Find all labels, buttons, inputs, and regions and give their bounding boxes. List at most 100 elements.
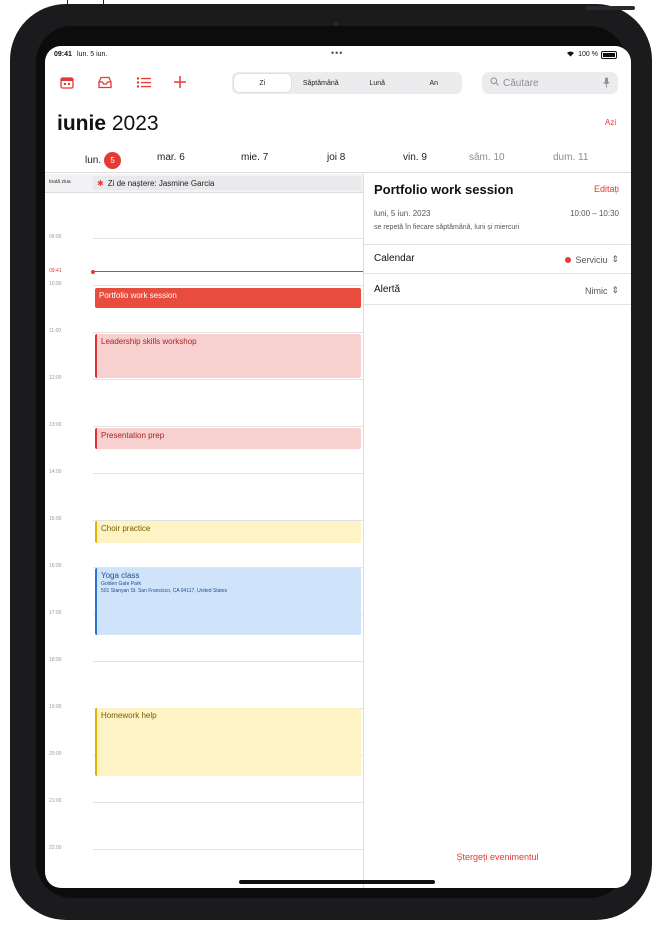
all-day-label: toată ziua	[49, 179, 71, 185]
weekday-thu[interactable]: joi 8	[327, 152, 345, 163]
home-indicator[interactable]	[239, 880, 435, 884]
event-presentation-prep[interactable]: Presentation prep	[95, 428, 361, 449]
hour-label: 17:00	[49, 610, 62, 616]
alert-picker[interactable]: Nimic ⇕	[585, 285, 619, 296]
weekday-tue[interactable]: mar. 6	[157, 152, 185, 163]
weekday-num: 8	[339, 152, 346, 163]
hour-line: 11:00	[45, 328, 363, 334]
event-title: Leadership skills workshop	[101, 337, 197, 346]
segment-year[interactable]: An	[406, 72, 463, 94]
weekday-name: vin.	[403, 152, 419, 163]
current-time-label: 09:41	[49, 268, 62, 274]
hour-label: 18:00	[49, 657, 62, 663]
hour-label: 21:00	[49, 798, 62, 804]
weekday-num: 7	[262, 152, 269, 163]
chevron-up-down-icon: ⇕	[611, 254, 619, 264]
month-name: iunie	[57, 112, 107, 135]
chevron-up-down-icon: ⇕	[611, 285, 619, 295]
search-field[interactable]: Căutare	[482, 72, 618, 94]
top-button	[585, 6, 635, 10]
event-title: Portfolio work session	[99, 291, 177, 300]
view-segmented-control: Zi Săptămână Lună An	[232, 72, 462, 94]
wifi-icon	[566, 50, 575, 59]
battery-icon	[601, 50, 617, 59]
gridline	[93, 332, 363, 333]
weekday-name: mie.	[241, 152, 260, 163]
toolbar: Zi Săptămână Lună An Căutare	[45, 68, 631, 98]
divider	[364, 244, 631, 245]
event-leadership-skills-workshop[interactable]: Leadership skills workshop	[95, 334, 361, 378]
gift-icon: ✱	[97, 178, 104, 188]
weekday-name: dum.	[553, 152, 576, 163]
event-homework-help[interactable]: Homework help	[95, 708, 361, 776]
segment-week[interactable]: Săptămână	[293, 72, 350, 94]
gridline	[93, 426, 363, 427]
calendar-picker[interactable]: Serviciu ⇕	[565, 254, 619, 265]
today-button[interactable]: Azi	[605, 118, 616, 127]
alert-value: Nimic	[584, 285, 608, 296]
gridline	[93, 661, 363, 662]
divider	[364, 304, 631, 305]
divider	[364, 273, 631, 274]
hour-label: 10:00	[49, 281, 62, 287]
calendars-button[interactable]	[57, 72, 77, 92]
hour-line: 13:00	[45, 422, 363, 428]
event-detail-title: Portfolio work session	[374, 182, 514, 197]
birthday-event[interactable]: ✱ Zi de naștere: Jasmine Garcia	[93, 176, 361, 190]
weekday-sat[interactable]: sâm. 10	[469, 152, 505, 163]
hour-label: 12:00	[49, 375, 62, 381]
segment-day[interactable]: Zi	[234, 74, 291, 92]
gridline	[93, 802, 363, 803]
hour-label: 09:00	[49, 234, 62, 240]
calendar-color-dot	[565, 256, 572, 263]
hour-line: 09:00	[45, 234, 363, 240]
weekday-wed[interactable]: mie. 7	[241, 152, 268, 163]
hour-label: 14:00	[49, 469, 62, 475]
birthday-event-title: Zi de naștere: Jasmine Garcia	[107, 178, 215, 188]
battery-percent: 100 %	[578, 51, 598, 58]
today-date-badge: 5	[104, 152, 122, 169]
status-right: 100 %	[566, 50, 617, 59]
event-location: Golden Gate Park	[101, 581, 142, 587]
list-button[interactable]	[134, 72, 154, 92]
inbox-icon	[98, 76, 112, 88]
weekday-sun[interactable]: dum. 11	[553, 152, 588, 163]
segment-month[interactable]: Lună	[349, 72, 406, 94]
edit-button[interactable]: Editați	[594, 184, 619, 194]
screen: 09:41 lun. 5 iun. ••• 100 % Zi Săptămână…	[45, 46, 631, 888]
hour-label: 11:00	[49, 328, 62, 334]
gridline	[93, 238, 363, 239]
weekday-mon[interactable]: lun. 5	[85, 152, 122, 169]
calendar-value: Serviciu	[575, 254, 608, 265]
event-choir-practice[interactable]: Choir practice	[95, 521, 361, 543]
inbox-button[interactable]	[95, 72, 115, 92]
event-title: Homework help	[101, 711, 157, 720]
weekday-name: mar.	[157, 152, 177, 163]
weekday-num: 6	[179, 152, 185, 163]
divider	[45, 172, 631, 173]
weekday-num: 9	[421, 152, 427, 163]
weekday-fri[interactable]: vin. 9	[403, 152, 427, 163]
event-title: Yoga class	[101, 571, 140, 580]
hour-label: 22:00	[49, 845, 62, 851]
hour-line: 21:00	[45, 798, 363, 804]
multitask-dots[interactable]: •••	[331, 48, 343, 58]
hour-line: 12:00	[45, 375, 363, 381]
week-strip: lun. 5 mar. 6 mie. 7 joi 8 vin. 9 sâm. 10…	[45, 146, 631, 172]
day-timeline[interactable]: 09:00 10:00 11:00 12:00 13:00 14:00 15:0…	[45, 192, 363, 888]
delete-event-button[interactable]: Ștergeți evenimentul	[364, 852, 631, 862]
hour-label: 16:00	[49, 563, 62, 569]
event-yoga-class[interactable]: Yoga class Golden Gate Park 501 Stanyan …	[95, 568, 361, 635]
hour-line: 18:00	[45, 657, 363, 663]
gridline	[93, 285, 363, 286]
gridline	[93, 379, 363, 380]
add-event-button[interactable]	[170, 72, 190, 92]
hour-label: 20:00	[49, 751, 62, 757]
search-placeholder: Căutare	[503, 77, 539, 89]
event-portfolio-work-session[interactable]: Portfolio work session	[95, 288, 361, 308]
gridline	[93, 473, 363, 474]
status-time: 09:41	[54, 51, 72, 58]
microphone-icon[interactable]	[603, 77, 610, 91]
calendar-icon	[60, 76, 74, 89]
event-title: Choir practice	[101, 524, 151, 533]
